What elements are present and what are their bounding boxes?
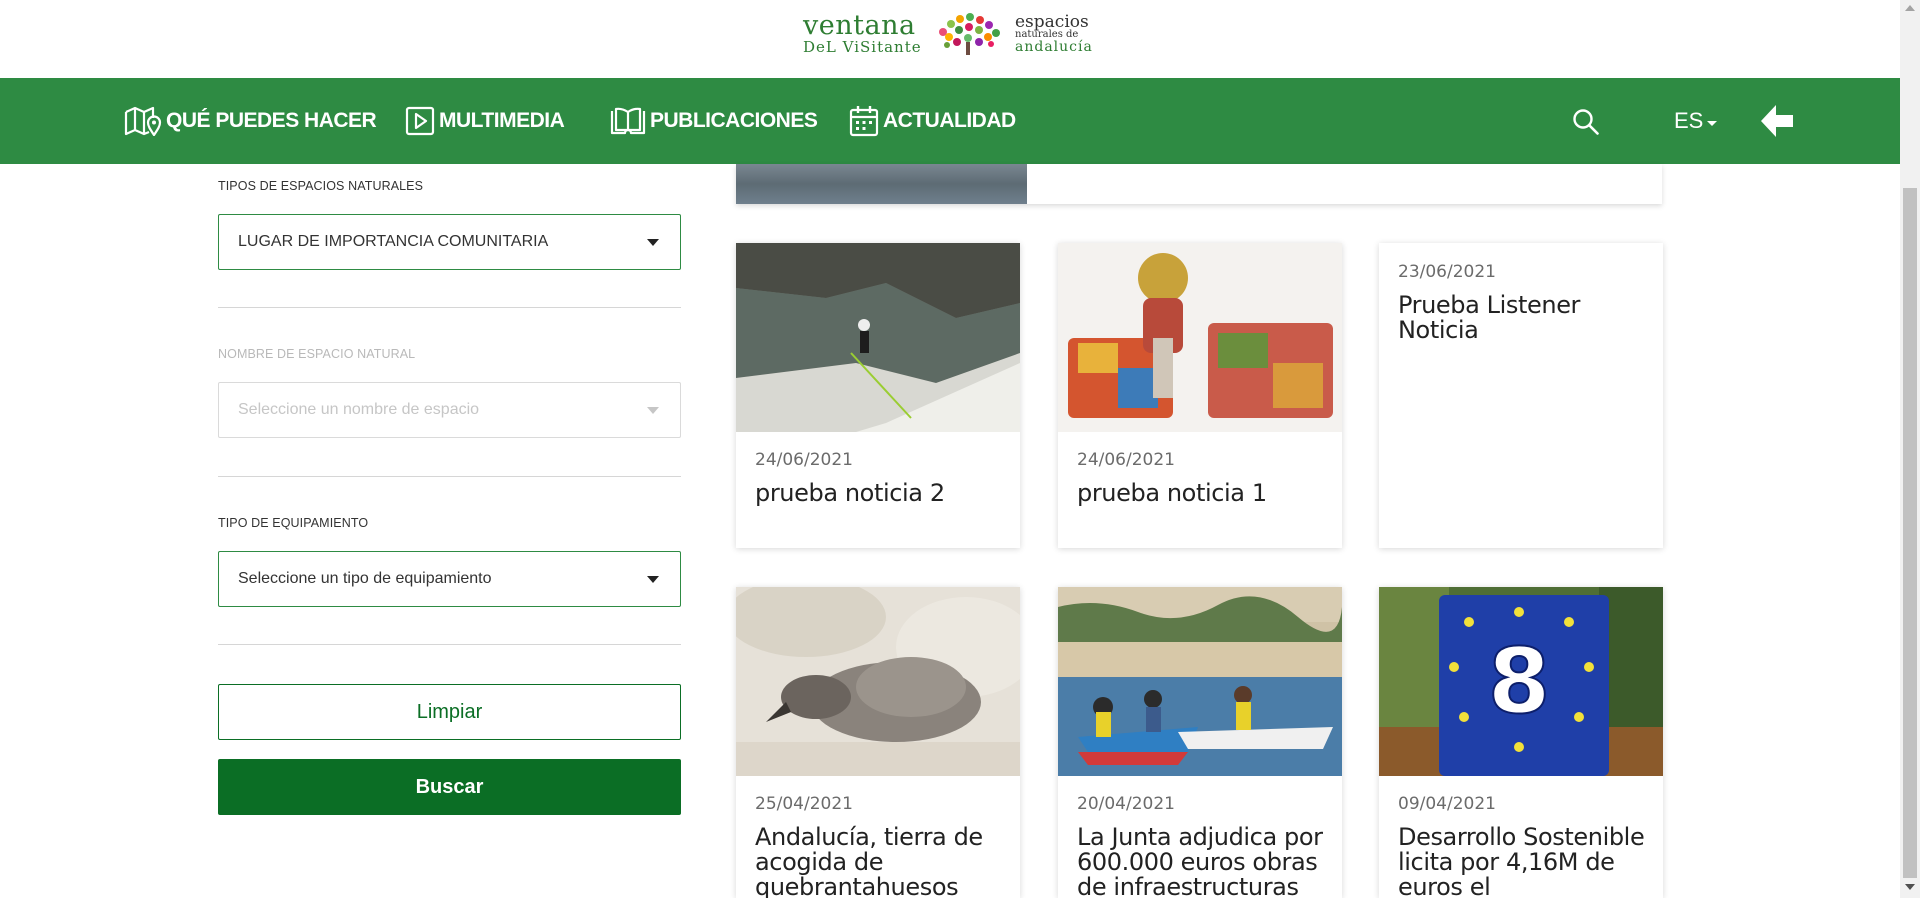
nav-item-publicaciones[interactable]: PUBLICACIONES bbox=[610, 78, 818, 164]
dropdown-arrow-icon bbox=[647, 407, 659, 414]
news-image-vulture-chick bbox=[736, 587, 1020, 776]
nombre-espacio-label: NOMBRE DE ESPACIO NATURAL bbox=[218, 347, 416, 361]
divider bbox=[218, 644, 681, 645]
news-date: 20/04/2021 bbox=[1077, 794, 1175, 814]
news-title: prueba noticia 1 bbox=[1077, 479, 1267, 507]
map-pin-icon bbox=[124, 106, 162, 136]
tipos-espacios-select[interactable]: LUGAR DE IMPORTANCIA COMUNITARIA bbox=[218, 214, 681, 270]
tipos-espacios-label: TIPOS DE ESPACIOS NATURALES bbox=[218, 179, 424, 193]
chevron-down-icon bbox=[1707, 120, 1718, 126]
arrow-left-icon[interactable] bbox=[1758, 102, 1796, 140]
calendar-icon bbox=[849, 106, 879, 137]
news-image-sculpture bbox=[1058, 243, 1342, 432]
nav-label-que-puedes-hacer: QUÉ PUEDES HACER bbox=[166, 109, 377, 132]
logo-line2: DeL ViSitante bbox=[803, 38, 922, 56]
news-title: prueba noticia 2 bbox=[755, 479, 945, 507]
dropdown-arrow-icon bbox=[647, 239, 659, 246]
news-card[interactable]: 25/04/2021 Andalucía, tierra de acogida … bbox=[736, 587, 1020, 898]
news-date: 24/06/2021 bbox=[755, 450, 853, 470]
svg-text:8: 8 bbox=[1488, 629, 1551, 734]
clear-button[interactable]: Limpiar bbox=[218, 684, 681, 740]
news-card[interactable]: 20/04/2021 La Junta adjudica por 600.000… bbox=[1058, 587, 1342, 898]
news-image-kayaks bbox=[1058, 587, 1342, 776]
nav-item-actualidad[interactable]: ACTUALIDAD bbox=[849, 78, 1016, 164]
logo-espacios-line3: andalucía bbox=[1015, 39, 1093, 55]
news-title: Prueba Listener Noticia bbox=[1398, 291, 1581, 344]
nav-label-multimedia: MULTIMEDIA bbox=[439, 109, 565, 132]
logo-bar: ventana DeL ViSitante espacios naturales… bbox=[0, 0, 1900, 78]
nav-item-que-puedes-hacer[interactable]: QUÉ PUEDES HACER bbox=[124, 78, 377, 164]
tipo-equipamiento-select[interactable]: Seleccione un tipo de equipamiento bbox=[218, 551, 681, 607]
tipo-equipamiento-placeholder: Seleccione un tipo de equipamiento bbox=[238, 570, 492, 587]
nav-label-actualidad: ACTUALIDAD bbox=[883, 109, 1016, 132]
divider bbox=[218, 476, 681, 477]
tipos-espacios-value: LUGAR DE IMPORTANCIA COMUNITARIA bbox=[238, 233, 549, 250]
news-date: 24/06/2021 bbox=[1077, 450, 1175, 470]
news-date: 25/04/2021 bbox=[755, 794, 853, 814]
news-image-eurovelo-sign: 8 bbox=[1379, 587, 1663, 776]
nombre-espacio-select: Seleccione un nombre de espacio bbox=[218, 382, 681, 438]
logo-ventana-text: ventana DeL ViSitante bbox=[803, 12, 922, 55]
news-image-canyoning bbox=[736, 243, 1020, 432]
scroll-down-icon[interactable] bbox=[1905, 884, 1915, 890]
play-icon bbox=[405, 106, 435, 136]
news-card[interactable]: 23/06/2021 Prueba Listener Noticia bbox=[1379, 243, 1663, 548]
nav-item-multimedia[interactable]: MULTIMEDIA bbox=[405, 78, 565, 164]
site-logo[interactable]: ventana DeL ViSitante espacios naturales… bbox=[803, 12, 1098, 56]
news-card[interactable]: 8 09/04/2021 Desarrollo Sostenible licit… bbox=[1379, 587, 1663, 898]
search-button[interactable]: Buscar bbox=[218, 759, 681, 815]
tipo-equipamiento-label: TIPO DE EQUIPAMIENTO bbox=[218, 516, 369, 530]
tree-logo-icon bbox=[939, 13, 1000, 55]
main-nav: QUÉ PUEDES HACER MULTIMEDIA PUBLICACIONE… bbox=[0, 78, 1900, 164]
news-image bbox=[736, 164, 1027, 204]
divider bbox=[218, 307, 681, 308]
search-icon[interactable] bbox=[1572, 108, 1600, 136]
scrollbar-thumb[interactable] bbox=[1903, 188, 1917, 878]
news-date: 09/04/2021 bbox=[1398, 794, 1496, 814]
logo-line1: ventana bbox=[803, 10, 916, 41]
news-title: Desarrollo Sostenible licita por 4,16M d… bbox=[1398, 823, 1645, 898]
scroll-up-icon[interactable] bbox=[1905, 5, 1915, 11]
book-icon bbox=[610, 107, 646, 135]
news-date: 23/06/2021 bbox=[1398, 262, 1496, 282]
news-title: La Junta adjudica por 600.000 euros obra… bbox=[1077, 823, 1323, 898]
dropdown-arrow-icon bbox=[647, 576, 659, 583]
news-card-partial[interactable] bbox=[736, 164, 1662, 204]
news-title: Andalucía, tierra de acogida de quebrant… bbox=[755, 823, 983, 898]
logo-espacios-text: espacios naturales de andalucía bbox=[1015, 12, 1093, 55]
language-selector[interactable]: ES bbox=[1674, 78, 1718, 164]
news-card[interactable]: 24/06/2021 prueba noticia 2 bbox=[736, 243, 1020, 548]
news-card[interactable]: 24/06/2021 prueba noticia 1 bbox=[1058, 243, 1342, 548]
nav-label-publicaciones: PUBLICACIONES bbox=[650, 109, 818, 132]
logo-espacios-line1: espacios bbox=[1015, 12, 1089, 32]
language-label: ES bbox=[1674, 108, 1704, 133]
nombre-espacio-placeholder: Seleccione un nombre de espacio bbox=[238, 401, 480, 418]
